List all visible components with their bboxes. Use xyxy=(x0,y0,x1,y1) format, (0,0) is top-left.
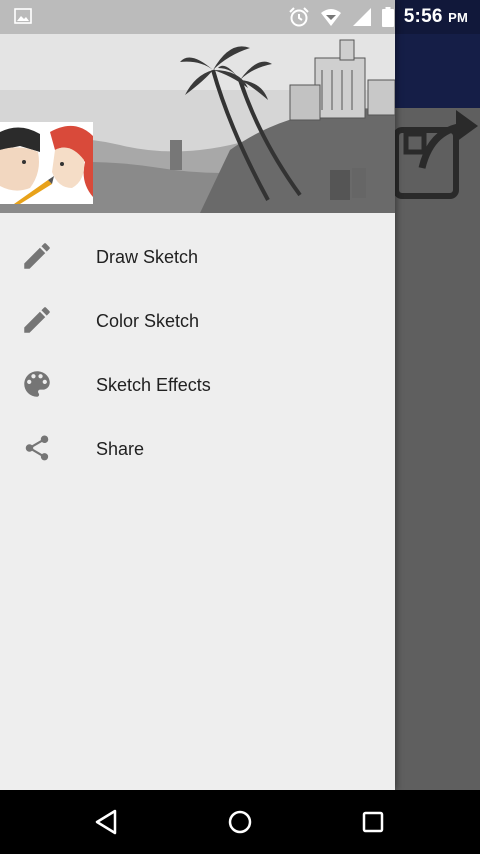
battery-icon xyxy=(381,7,394,27)
menu-item-label: Share xyxy=(96,438,145,459)
menu-item-sketch-effects[interactable]: Sketch Effects xyxy=(0,353,395,417)
wifi-icon xyxy=(320,9,341,26)
menu-item-color-sketch[interactable]: Color Sketch xyxy=(0,289,395,353)
drawer-menu: Draw Sketch Color Sketch Sketch Effects … xyxy=(0,225,395,481)
status-bar: 5:56 PM xyxy=(0,0,480,34)
status-time: 5:56 PM xyxy=(403,6,468,27)
system-nav-bar xyxy=(0,790,480,854)
signal-icon xyxy=(352,8,371,26)
pencil-icon xyxy=(20,239,54,273)
navigation-drawer: Draw Sketch Color Sketch Sketch Effects … xyxy=(0,0,395,790)
menu-item-label: Color Sketch xyxy=(96,310,200,331)
menu-item-share[interactable]: Share xyxy=(0,417,395,481)
back-icon[interactable] xyxy=(86,804,126,840)
alarm-icon xyxy=(289,7,309,27)
pencil-icon xyxy=(20,303,54,337)
save-share-icon[interactable] xyxy=(392,106,480,202)
palette-icon xyxy=(20,367,54,401)
share-icon xyxy=(20,431,54,465)
image-notification-icon xyxy=(14,8,32,24)
menu-item-label: Sketch Effects xyxy=(96,374,211,395)
app-logo xyxy=(0,122,93,204)
recents-icon[interactable] xyxy=(353,804,393,840)
menu-item-draw-sketch[interactable]: Draw Sketch xyxy=(0,225,395,289)
home-icon[interactable] xyxy=(220,804,260,840)
menu-item-label: Draw Sketch xyxy=(96,246,199,267)
